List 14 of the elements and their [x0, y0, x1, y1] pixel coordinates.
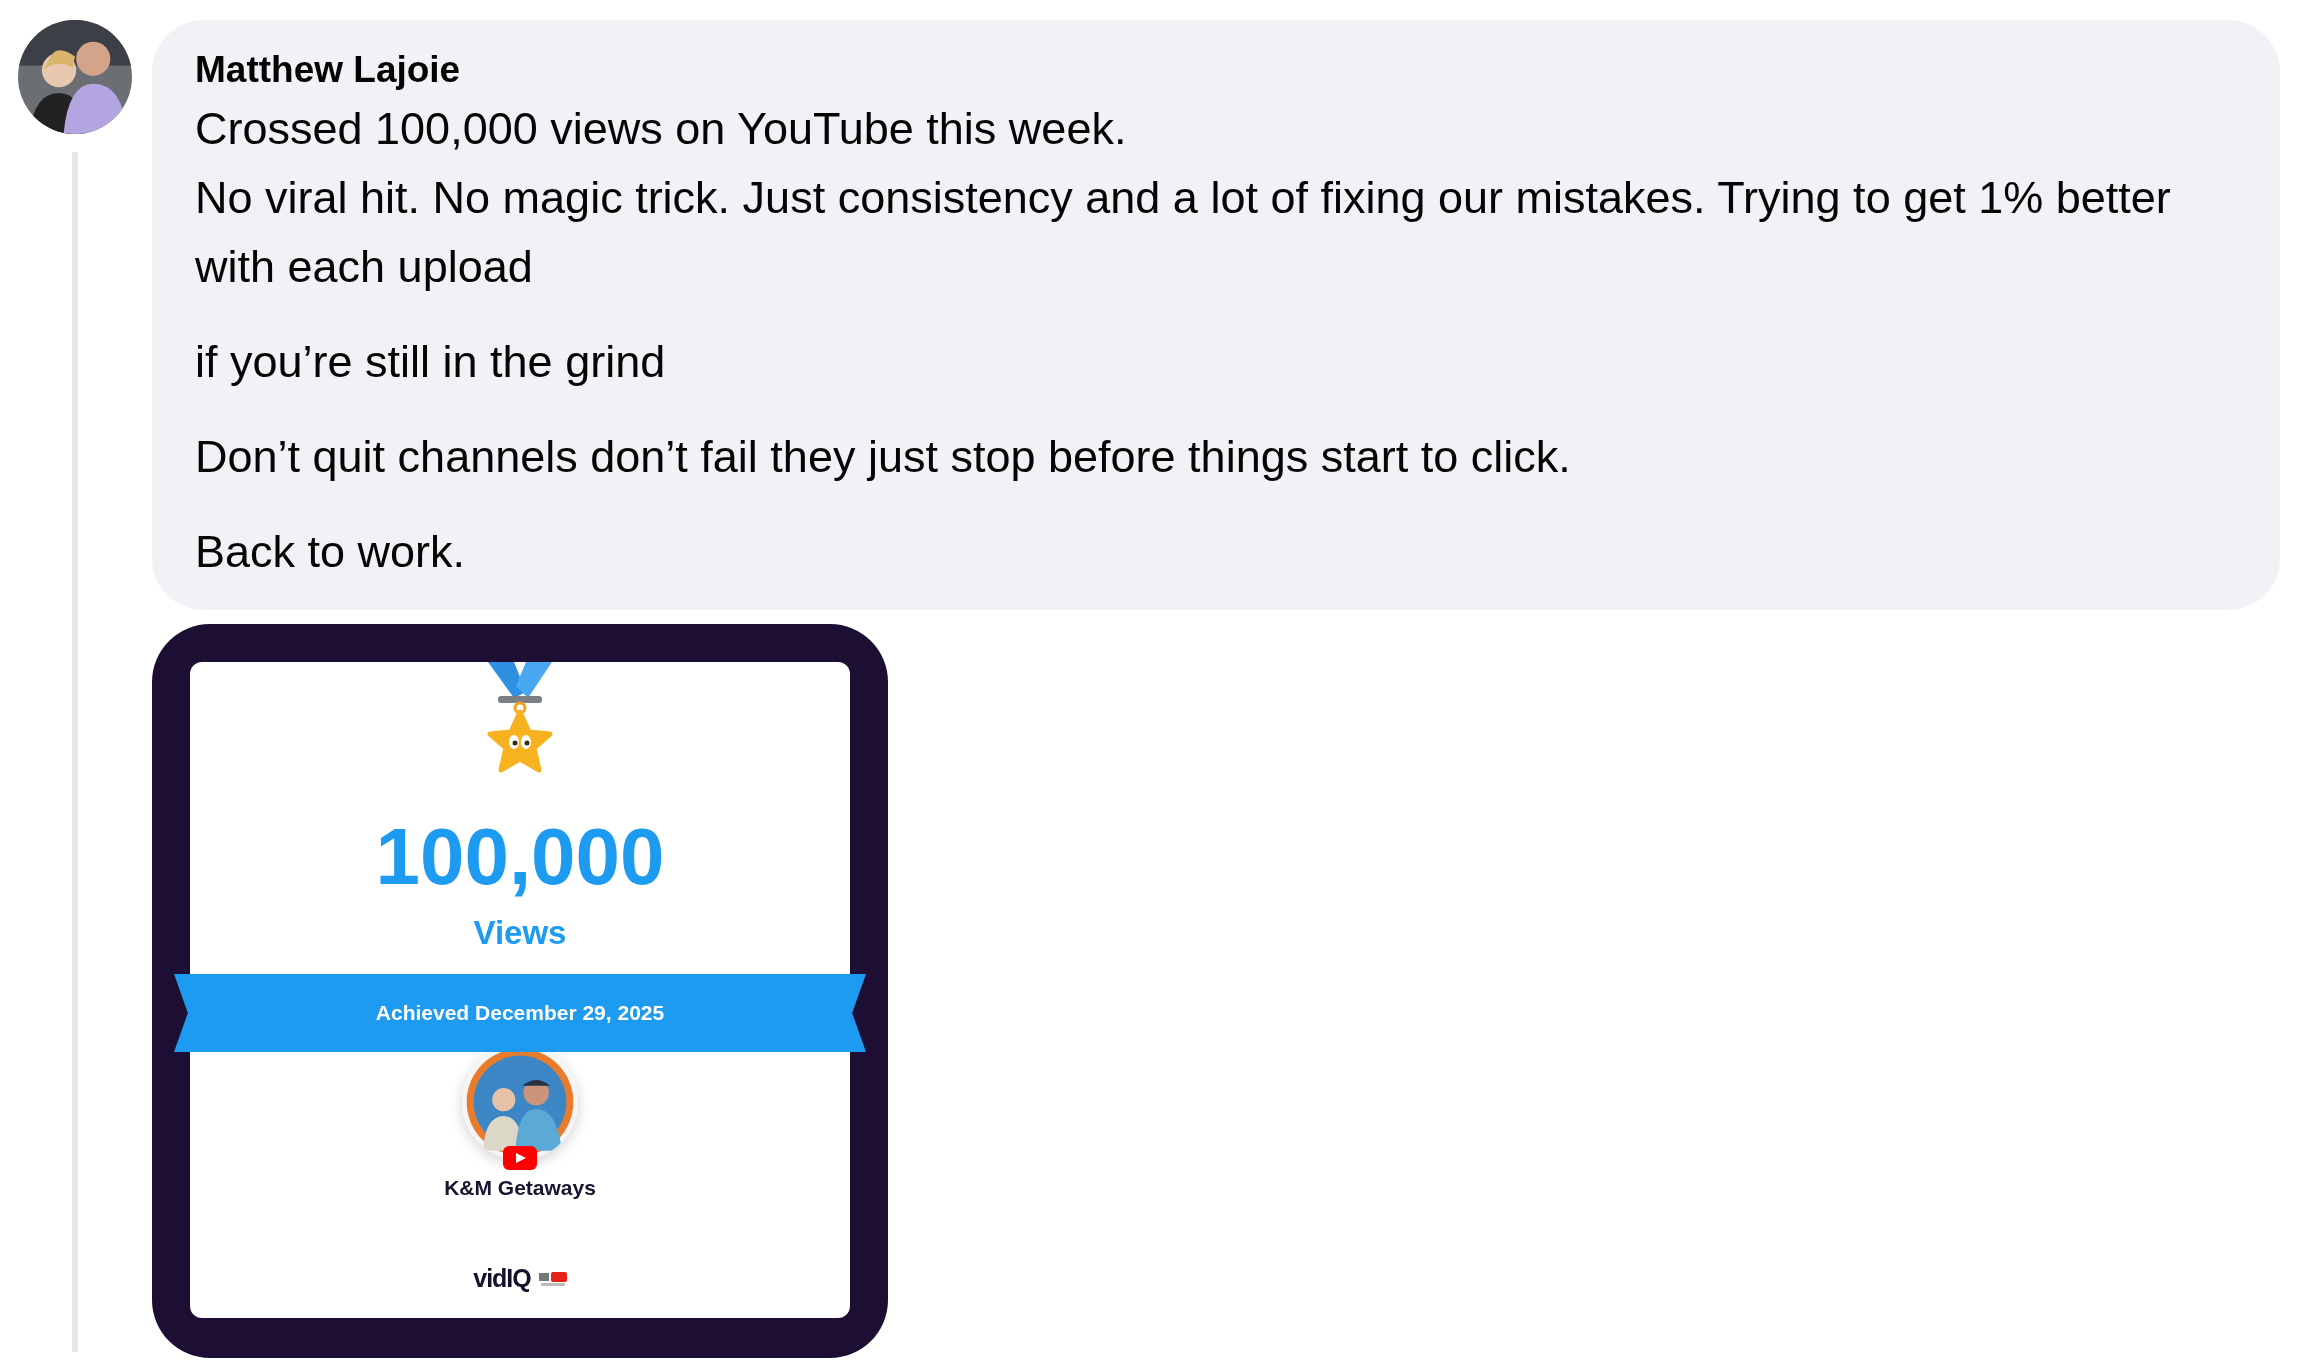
- comment-text: if you’re still in the grind: [195, 335, 667, 389]
- play-icon: [503, 1146, 537, 1170]
- views-label: Views: [473, 914, 567, 952]
- date-banner: Achieved December 29, 2025: [174, 974, 866, 1052]
- milestone-card[interactable]: 100,000 Views Achieved December 29, 2025 K&M Getaways vidIQ: [152, 624, 888, 1358]
- comment-text: Don’t quit channels don’t fail they just stop before things start to click.: [195, 430, 1572, 484]
- comment-text: Back to work.: [195, 525, 467, 579]
- view-count: 100,000: [375, 812, 665, 902]
- brand-logo: vidIQ: [473, 1264, 531, 1293]
- channel-name: K&M Getaways: [444, 1176, 596, 1200]
- certified-badge-icon: [538, 1270, 567, 1287]
- author-name[interactable]: Matthew Lajoie: [195, 46, 2222, 94]
- comment-text: Crossed 100,000 views on YouTube this week.: [195, 102, 1128, 156]
- comment-text: No viral hit. No magic trick. Just consistency and a lot of fixing our mistakes. Trying to get 1% better with each upload: [195, 171, 2172, 294]
